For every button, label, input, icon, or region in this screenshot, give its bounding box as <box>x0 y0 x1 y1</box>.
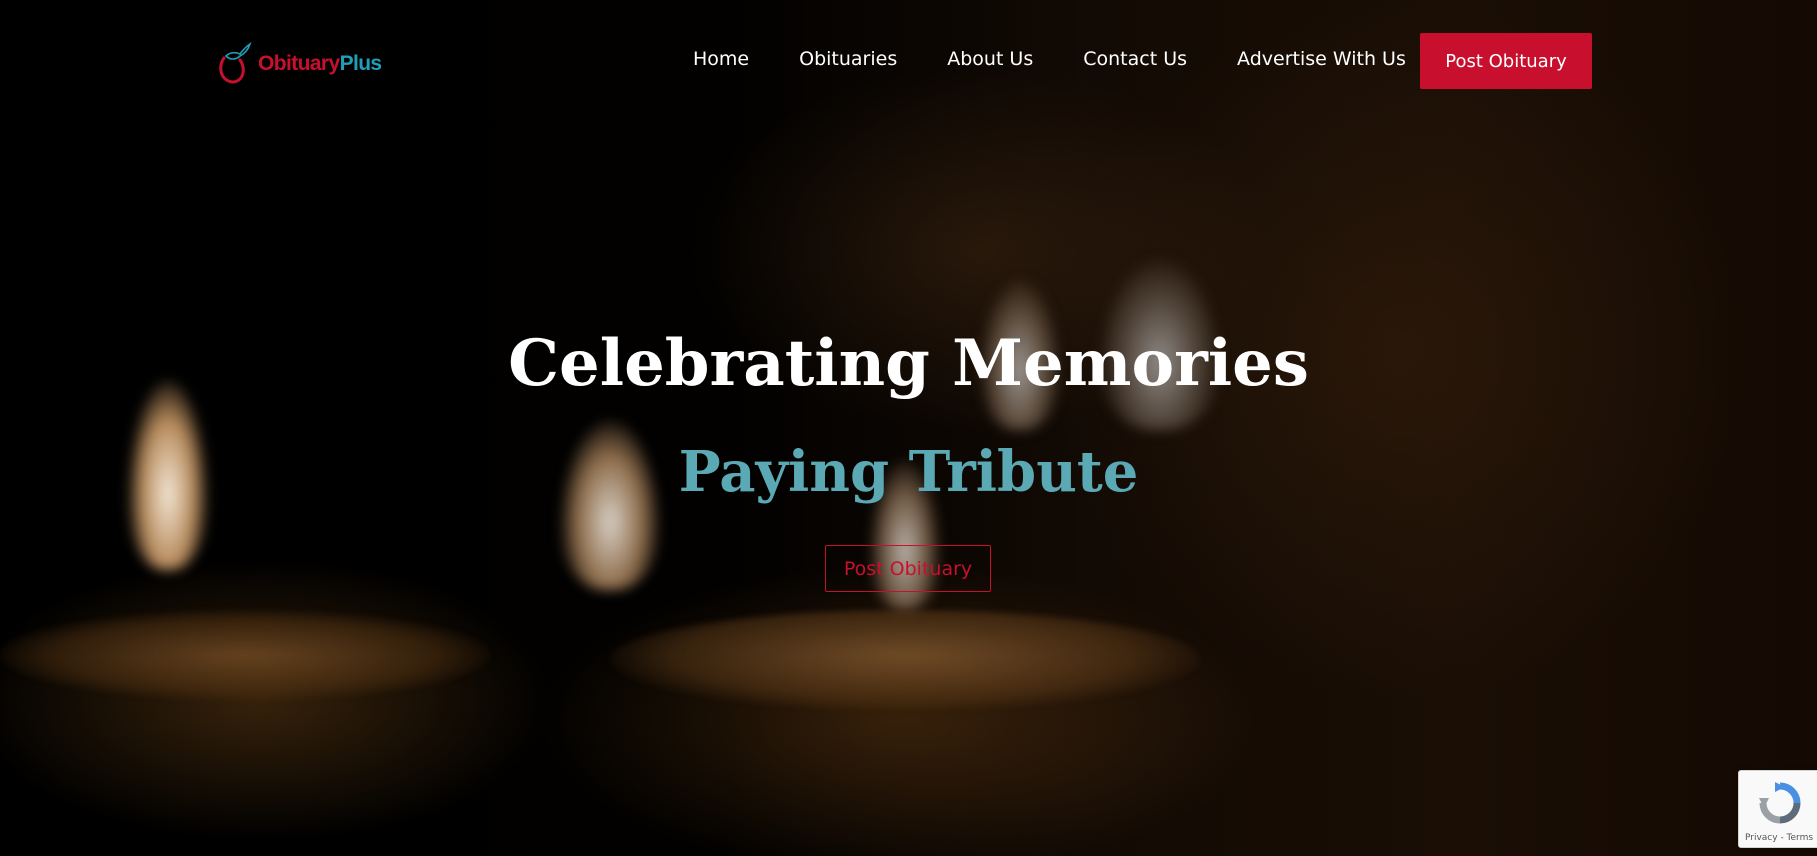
nav-link-advertise[interactable]: Advertise With Us <box>1237 48 1406 70</box>
nav-link-home[interactable]: Home <box>693 48 749 70</box>
site-logo[interactable]: ObituaryPlus <box>216 40 382 86</box>
nav-link-obituaries[interactable]: Obituaries <box>799 48 897 70</box>
hero-subtitle: Paying Tribute <box>678 439 1139 505</box>
recaptcha-links[interactable]: Privacy - Terms <box>1745 833 1813 843</box>
main-navigation: Home Obituaries About Us Contact Us Adve… <box>693 48 1406 70</box>
hero-background <box>0 0 1817 856</box>
nav-link-about-us[interactable]: About Us <box>947 48 1033 70</box>
hero-title: Celebrating Memories <box>508 326 1309 401</box>
hero-post-obituary-button[interactable]: Post Obituary <box>825 545 991 592</box>
recaptcha-badge[interactable]: Privacy - Terms <box>1738 770 1817 848</box>
nav-link-contact-us[interactable]: Contact Us <box>1083 48 1187 70</box>
logo-text: ObituaryPlus <box>258 51 382 75</box>
recaptcha-icon <box>1759 782 1801 824</box>
nav-post-obituary-button[interactable]: Post Obituary <box>1420 33 1592 89</box>
dove-heart-logo-icon <box>219 42 252 84</box>
